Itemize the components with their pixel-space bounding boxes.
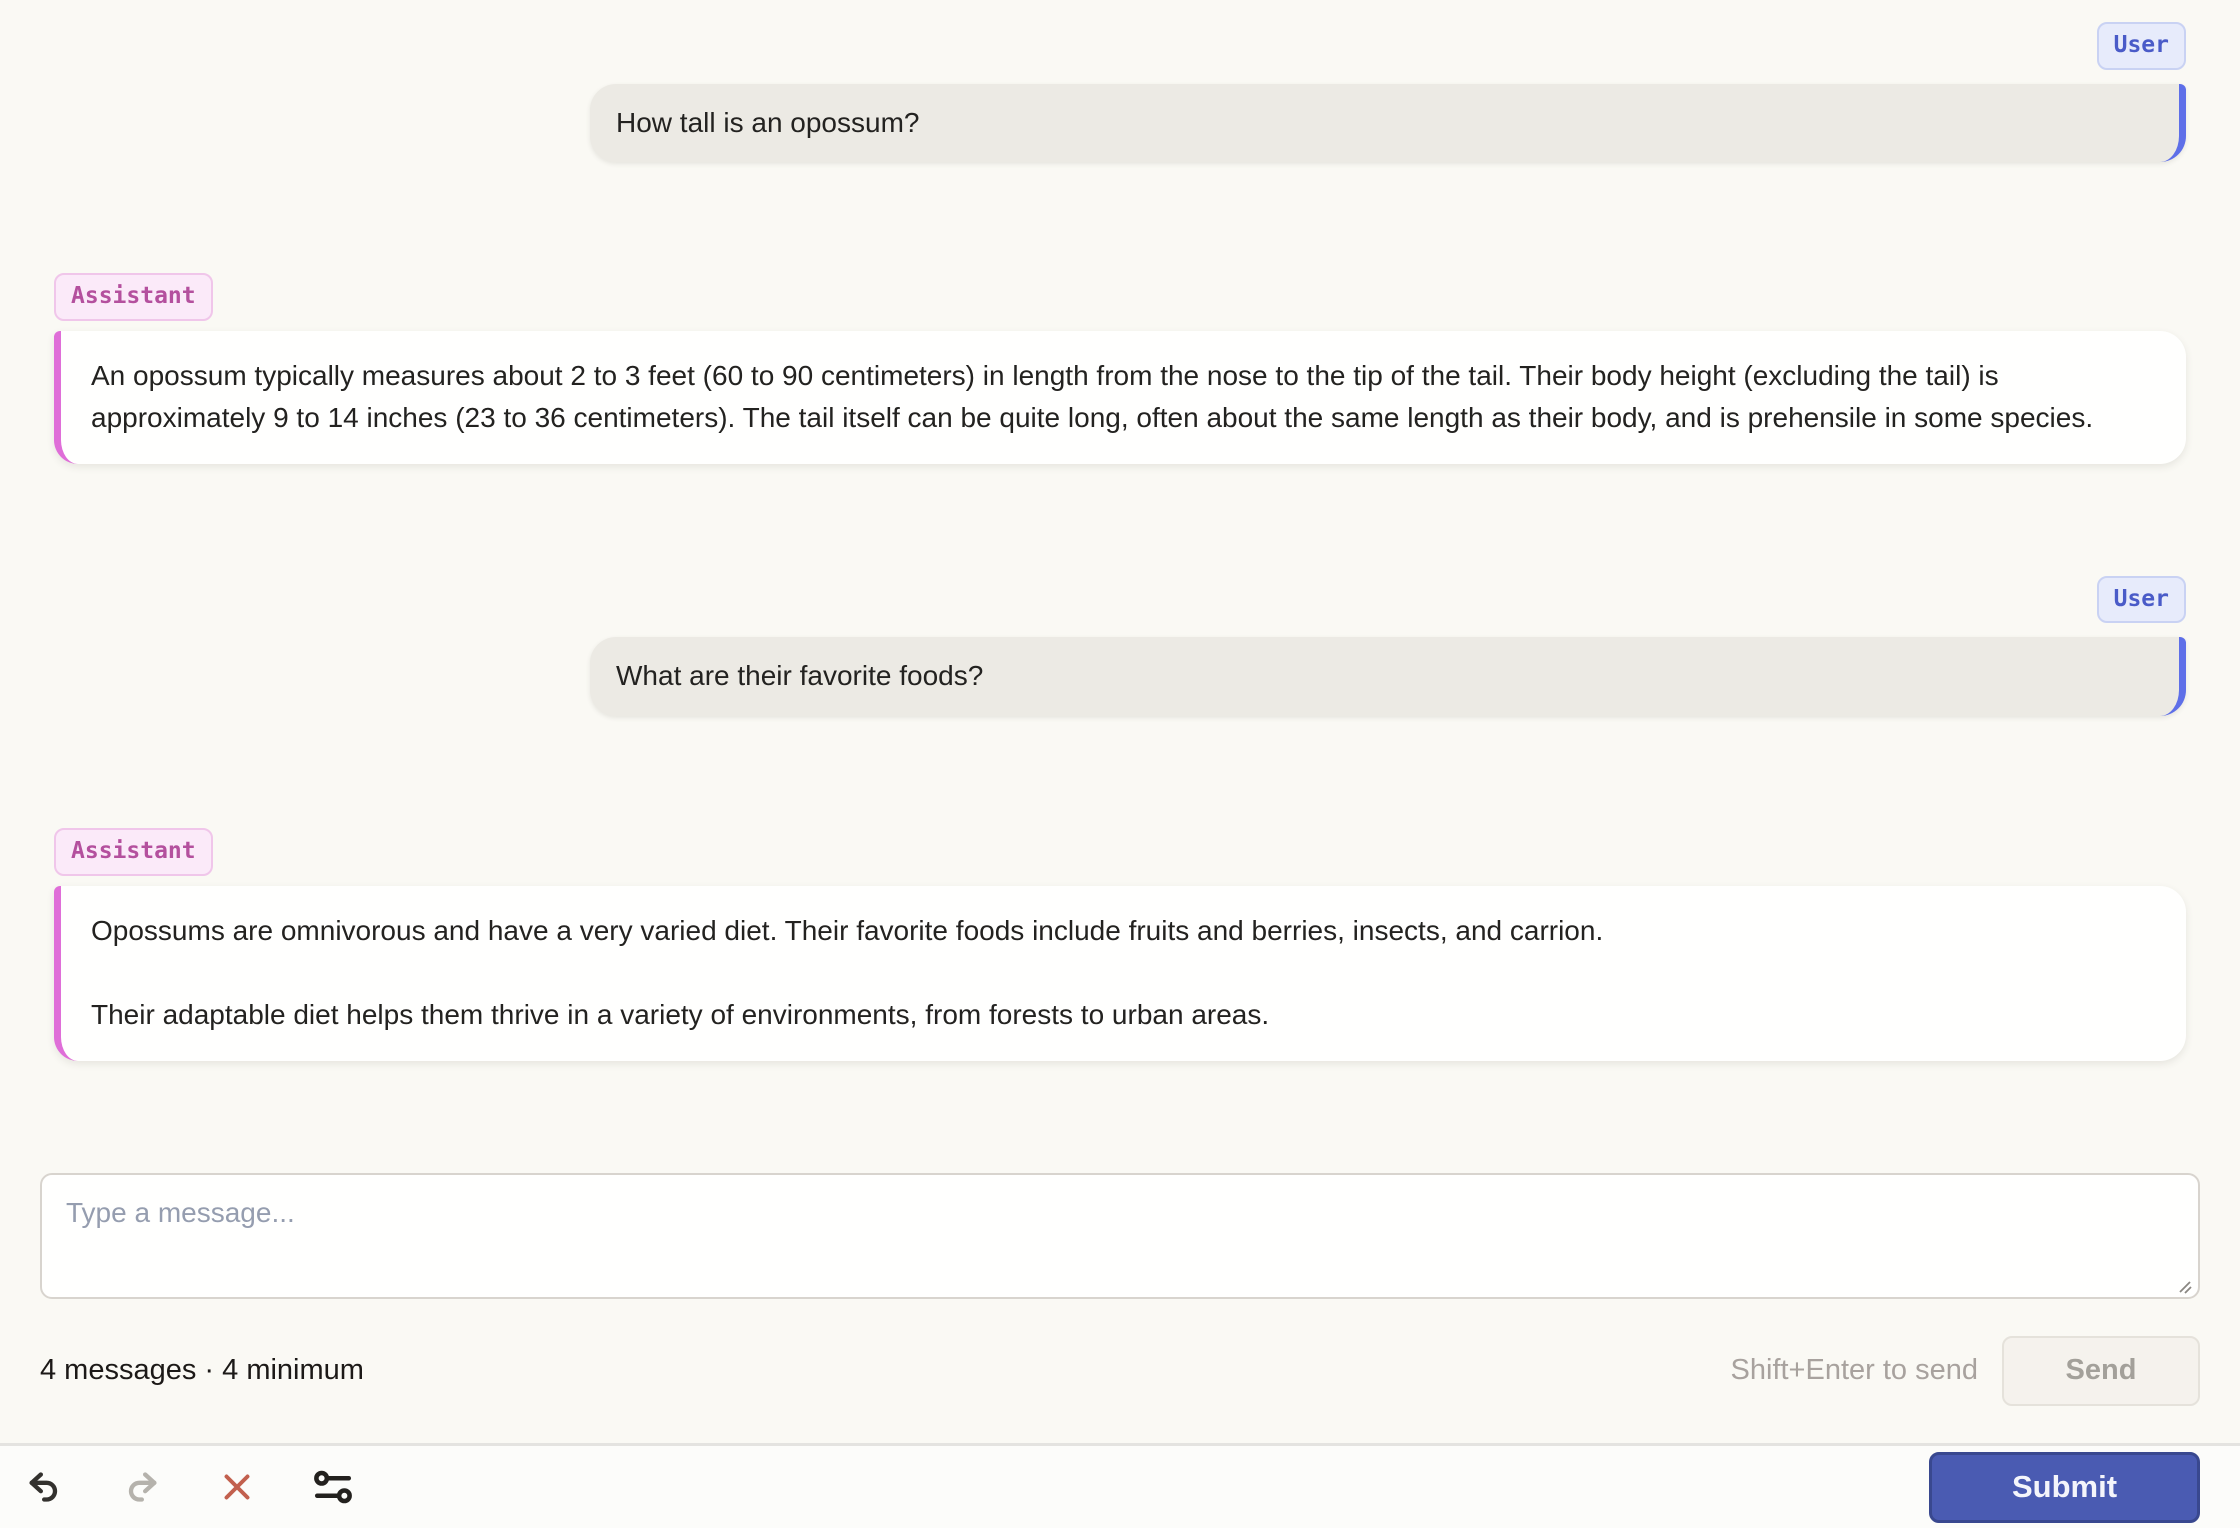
chat-transcript: User How tall is an opossum? Assistant A… xyxy=(0,0,2240,1061)
redo-icon xyxy=(128,1472,157,1502)
undo-button[interactable] xyxy=(18,1460,72,1514)
message-role-row: Assistant xyxy=(54,828,2186,876)
message-input[interactable] xyxy=(40,1172,2200,1299)
message-role-row: User xyxy=(54,22,2186,70)
assistant-message-text: Their adaptable diet helps them thrive i… xyxy=(91,999,1270,1031)
assistant-message-text: An opossum typically measures about 2 to… xyxy=(91,359,2094,434)
send-shortcut-hint: Shift+Enter to send xyxy=(1730,1354,1978,1387)
composer-status-row: 4 messages · 4 minimum Shift+Enter to se… xyxy=(40,1335,2200,1406)
message-role-row: Assistant xyxy=(54,273,2186,321)
footer-toolbar: Submit xyxy=(0,1443,2240,1528)
message-input-wrap xyxy=(40,1172,2200,1304)
assistant-message-bubble[interactable]: An opossum typically measures about 2 to… xyxy=(54,330,2186,464)
user-message-text: How tall is an opossum? xyxy=(616,106,920,138)
role-badge-user: User xyxy=(2096,575,2186,624)
role-badge-assistant: Assistant xyxy=(54,273,213,321)
role-badge-assistant: Assistant xyxy=(54,828,213,876)
composer: 4 messages · 4 minimum Shift+Enter to se… xyxy=(0,1172,2240,1406)
annotation-page: User How tall is an opossum? Assistant A… xyxy=(0,0,2240,1528)
message-count-status: 4 messages · 4 minimum xyxy=(40,1354,364,1387)
message-role-row: User xyxy=(54,575,2186,624)
sliders-icon xyxy=(314,1470,352,1504)
settings-button[interactable] xyxy=(306,1460,360,1514)
submit-button[interactable]: Submit xyxy=(1929,1451,2200,1523)
user-message-bubble[interactable]: What are their favorite foods? xyxy=(590,637,2186,717)
redo-button[interactable] xyxy=(114,1460,168,1514)
user-message-bubble[interactable]: How tall is an opossum? xyxy=(590,83,2186,163)
clear-button[interactable] xyxy=(210,1460,264,1514)
assistant-message-bubble[interactable]: Opossums are omnivorous and have a very … xyxy=(54,885,2186,1061)
role-badge-user: User xyxy=(2096,22,2186,70)
user-message-text: What are their favorite foods? xyxy=(616,660,984,692)
assistant-message-text: Opossums are omnivorous and have a very … xyxy=(91,914,1604,946)
x-mark-icon xyxy=(224,1474,250,1500)
send-button[interactable]: Send xyxy=(2002,1335,2200,1406)
undo-icon xyxy=(29,1472,58,1502)
